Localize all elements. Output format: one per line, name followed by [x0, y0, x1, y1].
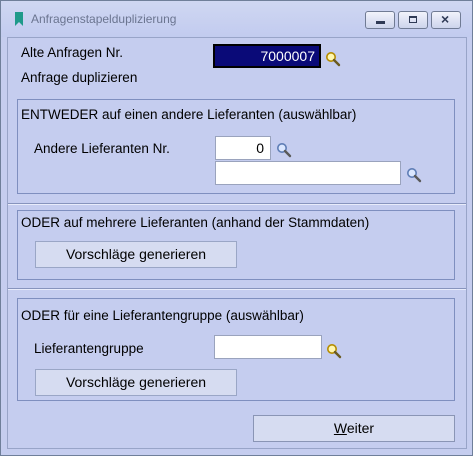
next-button-accel: W — [333, 420, 347, 436]
dialog-content: Alte Anfragen Nr. 7000007 Anfrage dupliz… — [7, 37, 467, 449]
bookmark-icon — [15, 12, 23, 26]
group-single-supplier: ENTWEDER auf einen andere Lieferanten (a… — [17, 99, 455, 194]
supplier-group-label: Lieferantengruppe — [34, 341, 144, 356]
divider — [8, 203, 466, 205]
search-icon[interactable] — [325, 51, 341, 67]
next-button-label: eiter — [346, 420, 375, 436]
divider — [8, 288, 466, 290]
minimize-icon — [376, 21, 385, 24]
old-request-input[interactable]: 7000007 — [213, 44, 321, 68]
title-bar[interactable]: Anfragenstapelduplizierung × — [1, 1, 472, 37]
generate-suggestions-button[interactable]: Vorschläge generieren — [35, 369, 237, 396]
close-icon: × — [441, 11, 450, 27]
supplier-name-input[interactable] — [215, 161, 401, 185]
minimize-button[interactable] — [365, 11, 395, 29]
group-single-title: ENTWEDER auf einen andere Lieferanten (a… — [21, 107, 357, 122]
maximize-icon — [409, 16, 417, 23]
supplier-group-input[interactable] — [214, 335, 322, 359]
search-icon[interactable] — [406, 167, 422, 183]
search-icon[interactable] — [276, 142, 292, 158]
next-button[interactable]: Weiter — [253, 415, 455, 442]
group-supplier-group: ODER für eine Lieferantengruppe (auswähl… — [17, 298, 455, 401]
group-multiple-title: ODER auf mehrere Lieferanten (anhand der… — [21, 215, 370, 230]
close-button[interactable]: × — [431, 11, 461, 29]
duplicate-label: Anfrage duplizieren — [21, 70, 138, 85]
supplier-number-input[interactable]: 0 — [215, 136, 271, 160]
search-icon[interactable] — [326, 343, 342, 359]
supplier-number-label: Andere Lieferanten Nr. — [34, 141, 170, 156]
old-request-value: 7000007 — [215, 46, 319, 66]
generate-suggestions-button[interactable]: Vorschläge generieren — [35, 241, 237, 268]
dialog-window: Anfragenstapelduplizierung × Alte Anfrag… — [0, 0, 473, 456]
group-multiple-suppliers: ODER auf mehrere Lieferanten (anhand der… — [17, 210, 455, 280]
window-title: Anfragenstapelduplizierung — [31, 12, 177, 26]
maximize-button[interactable] — [398, 11, 428, 29]
old-request-label: Alte Anfragen Nr. — [21, 45, 124, 60]
group-supplier-group-title: ODER für eine Lieferantengruppe (auswähl… — [21, 308, 304, 323]
